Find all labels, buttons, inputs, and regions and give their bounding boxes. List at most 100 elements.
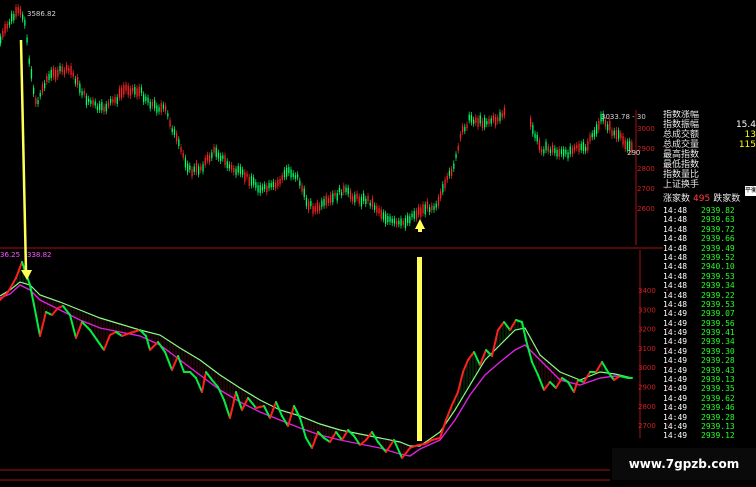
candle <box>191 166 193 180</box>
tick-row[interactable]: 14:48 2939.52 <box>663 253 756 262</box>
tick-row[interactable]: 14:49 2939.56 <box>663 319 756 328</box>
candle <box>431 202 433 214</box>
peak-price-label: 3586.82 <box>27 10 56 18</box>
candle <box>277 176 279 190</box>
candle <box>180 144 182 155</box>
tick-row[interactable]: 14:48 2939.53 <box>663 300 756 309</box>
candle <box>367 192 369 204</box>
tick-time: 14:49 <box>663 337 688 347</box>
candle <box>189 162 191 173</box>
tick-row[interactable]: 14:48 2940.10 <box>663 262 756 271</box>
candle <box>57 66 59 80</box>
tick-time: 14:49 <box>663 431 688 438</box>
candle <box>41 81 44 96</box>
candle <box>19 5 22 18</box>
candle <box>622 132 624 148</box>
tick-row[interactable]: 14:48 2939.34 <box>663 281 756 290</box>
candle <box>136 85 138 100</box>
tick-row[interactable]: 14:49 2939.46 <box>663 403 756 412</box>
candle <box>556 147 558 160</box>
tick-row[interactable]: 14:48 2939.22 <box>663 291 756 300</box>
tick-price: 2939.22 <box>701 290 735 300</box>
index-info-panel: 指数涨幅 指数振幅 15.4 总成交额 13 总成交量 115 最高指数 最低指数 指… <box>663 110 756 196</box>
upper-candlestick-chart[interactable] <box>0 4 633 231</box>
candle <box>156 102 158 116</box>
candle <box>13 10 15 24</box>
candle <box>70 62 72 79</box>
tick-price: 2939.66 <box>701 234 735 244</box>
candle <box>497 114 499 125</box>
candle <box>167 110 169 120</box>
candle <box>330 191 332 206</box>
candle <box>224 152 226 169</box>
candle <box>215 144 217 160</box>
tick-row[interactable]: 14:49 2939.30 <box>663 347 756 356</box>
info-label: 指数量比 <box>663 170 700 180</box>
tick-row[interactable]: 14:49 2939.34 <box>663 337 756 346</box>
info-label: 最高指数 <box>663 150 700 160</box>
candle <box>169 117 171 130</box>
tick-time: 14:48 <box>663 271 688 281</box>
price-segment <box>195 377 203 393</box>
candle <box>468 111 470 124</box>
price-segment <box>531 361 539 376</box>
lower-hatched-fill <box>1 264 630 456</box>
tick-row[interactable]: 14:49 2939.13 <box>663 422 756 431</box>
tick-row[interactable]: 14:48 2939.53 <box>663 272 756 281</box>
chart-canvas[interactable]: 3000 2900 2800 2700 2600 3586.82 3033.78 - 3… <box>0 0 756 487</box>
candle <box>127 82 129 99</box>
tick-row[interactable]: 14:48 2939.49 <box>663 244 756 253</box>
price-segment <box>473 351 481 366</box>
tick-row[interactable]: 14:48 2939.66 <box>663 234 756 243</box>
tick-row[interactable]: 14:49 2939.28 <box>663 413 756 422</box>
tick-row[interactable]: 14:49 2939.62 <box>663 394 756 403</box>
candle <box>545 138 547 154</box>
tick-price: 2939.07 <box>701 309 735 319</box>
tick-row[interactable]: 14:49 2939.13 <box>663 375 756 384</box>
candle <box>112 96 114 106</box>
info-label: 总成交额 <box>663 130 700 140</box>
candle <box>286 164 288 180</box>
candle <box>446 172 448 184</box>
tick-list[interactable]: 14:48 2939.82 14:48 2939.63 14:48 2939.72 14:4… <box>663 206 756 438</box>
tick-row[interactable]: 14:49 2939.12 <box>663 431 756 438</box>
candle <box>536 132 538 145</box>
candle <box>554 145 556 157</box>
price-segment <box>69 314 77 339</box>
advance-count: 495 <box>693 194 711 204</box>
info-row-turnover-rate: 上证换手 <box>663 180 756 190</box>
candle <box>422 201 424 217</box>
candle <box>2 28 4 41</box>
candle <box>345 184 347 196</box>
candle <box>107 99 110 109</box>
candle <box>85 93 88 109</box>
candle <box>140 84 143 96</box>
up-arrow-annotation <box>415 219 425 441</box>
candle <box>303 185 305 200</box>
tick-time: 14:48 <box>663 281 688 291</box>
candle <box>204 155 206 168</box>
tick-row[interactable]: 14:48 2939.82 <box>663 206 756 215</box>
tick-row[interactable]: 14:49 2939.07 <box>663 309 756 318</box>
candle <box>558 145 560 160</box>
candle <box>242 166 244 178</box>
info-value: 115 <box>738 140 756 150</box>
candle <box>138 83 140 99</box>
candle <box>589 132 591 145</box>
candle <box>499 109 501 124</box>
tick-row[interactable]: 14:49 2939.28 <box>663 356 756 365</box>
tick-row[interactable]: 14:48 2939.63 <box>663 215 756 224</box>
candle <box>578 140 580 155</box>
tick-row[interactable]: 14:49 2939.35 <box>663 384 756 393</box>
tick-time: 14:49 <box>663 356 688 366</box>
candle <box>176 130 178 145</box>
tick-row[interactable]: 14:48 2939.72 <box>663 225 756 234</box>
info-row-change: 指数涨幅 <box>663 110 756 120</box>
tick-time: 14:49 <box>663 328 688 338</box>
price-segment <box>417 443 426 446</box>
tick-row[interactable]: 14:49 2939.43 <box>663 366 756 375</box>
candle <box>288 164 290 177</box>
tick-row[interactable]: 14:49 2939.41 <box>663 328 756 337</box>
candle <box>151 98 154 110</box>
tick-time: 14:48 <box>663 252 688 262</box>
